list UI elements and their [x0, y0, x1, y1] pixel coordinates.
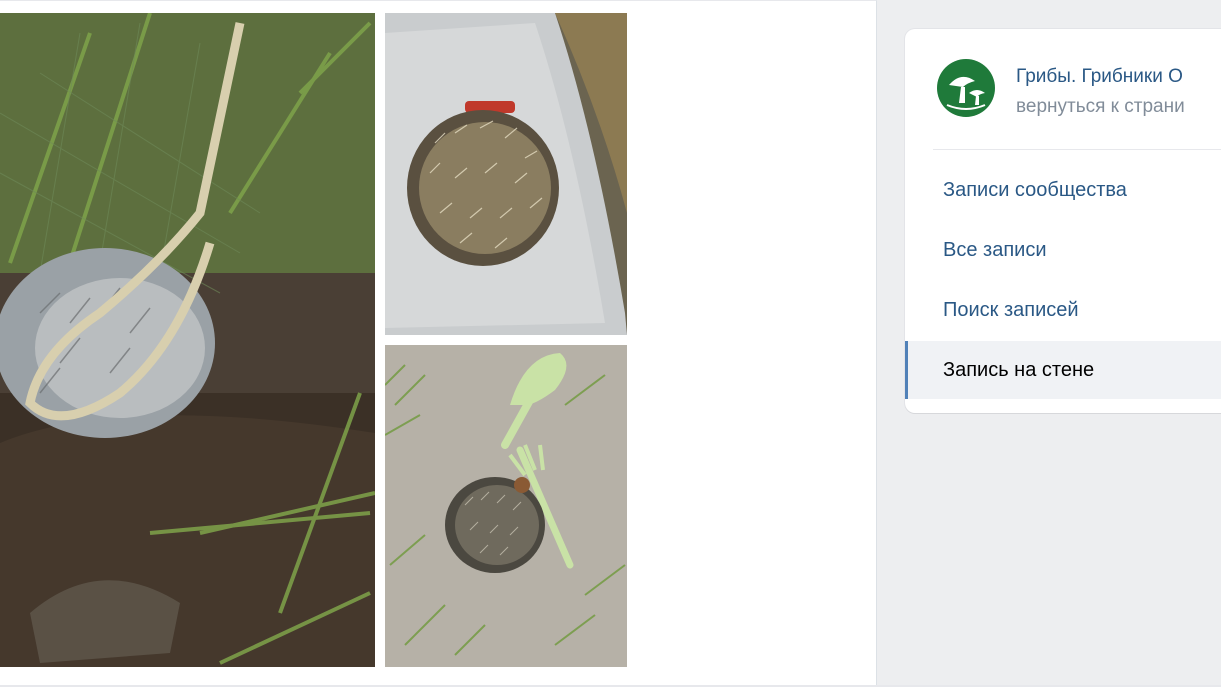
group-avatar[interactable] — [935, 57, 997, 119]
photo-hedgehog-in-net[interactable] — [0, 13, 375, 667]
mushroom-logo-icon — [935, 57, 997, 119]
group-header[interactable]: Грибы. Грибники О вернуться к страни — [905, 29, 1221, 149]
group-sidebar-card: Грибы. Грибники О вернуться к страни Зап… — [905, 29, 1221, 413]
divider — [933, 149, 1221, 150]
nav-all-posts[interactable]: Все записи — [905, 221, 1221, 279]
nav-search-posts[interactable]: Поиск записей — [905, 281, 1221, 339]
nav-community-posts[interactable]: Записи сообщества — [905, 161, 1221, 219]
nav-wall-post[interactable]: Запись на стене — [905, 341, 1221, 399]
back-to-page-link[interactable]: вернуться к страни — [1016, 96, 1185, 118]
group-name-link[interactable]: Грибы. Грибники О — [1016, 66, 1183, 88]
photo-hedgehog-with-tools[interactable] — [385, 345, 627, 667]
post-attachments — [0, 0, 877, 687]
photo-hedgehog-on-towel[interactable] — [385, 13, 627, 335]
